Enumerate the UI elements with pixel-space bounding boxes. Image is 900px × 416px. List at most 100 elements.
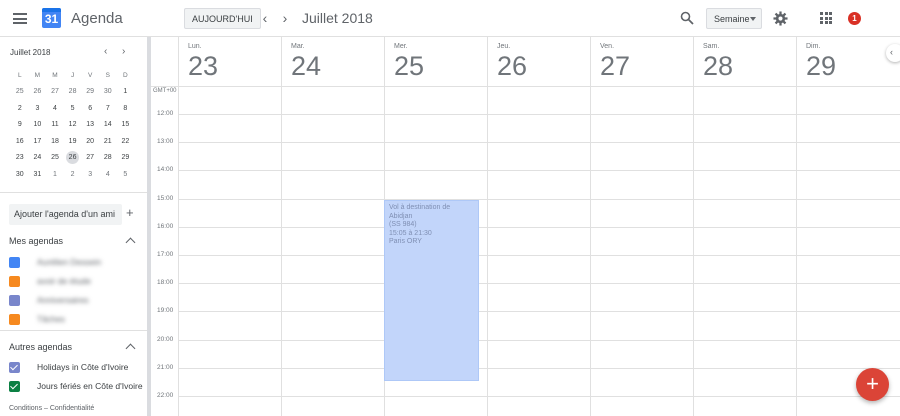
mini-calendar-day[interactable]: 31 [29,171,47,178]
week-grid[interactable]: GMT+00 Lun. 23 Mar. 24 Mer. 25 Jeu. 26 Ven. 27 Sam… [151,37,900,416]
add-calendar-plus-icon[interactable]: + [126,206,134,220]
mini-calendar-day[interactable]: 27 [81,154,99,161]
mini-calendar-day[interactable]: 21 [99,138,117,145]
today-button[interactable]: AUJOURD'HUI [184,8,261,29]
mini-calendar-day[interactable]: 2 [11,105,29,112]
calendar-checkbox[interactable] [9,294,20,306]
mini-calendar-day[interactable]: 7 [99,105,117,112]
mini-calendar-day[interactable]: 1 [117,88,135,95]
event-title: Vol à destination de Abidjan [389,204,451,220]
mini-calendar-day[interactable]: 16 [11,138,29,145]
previous-week-button[interactable]: ‹ [258,10,272,26]
mini-calendar-day[interactable]: 23 [11,154,29,161]
mini-calendar-prev-button[interactable]: ‹ [104,46,107,57]
mini-calendar-day[interactable]: 10 [29,121,47,128]
day-column-header[interactable]: Lun. 23 [178,37,281,86]
apps-grid-icon[interactable] [820,12,832,24]
mini-calendar-day[interactable]: 25 [46,154,64,161]
mini-calendar-day[interactable]: 20 [81,138,99,145]
add-friend-calendar-input[interactable]: Ajouter l'agenda d'un ami [9,204,122,225]
chevron-up-icon[interactable] [125,343,136,354]
calendar-checkbox[interactable] [9,361,20,373]
mini-calendar-day[interactable]: 29 [117,154,135,161]
my-calendars-title[interactable]: Mes agendas [9,236,63,246]
day-number[interactable]: 25 [394,51,424,82]
header-divider [151,86,900,87]
mini-calendar-day[interactable]: 26 [64,151,82,165]
next-week-button[interactable]: › [278,10,292,26]
calendar-list-item[interactable]: Jours fériés en Côte d'Ivoire [9,380,143,392]
calendar-checkbox[interactable] [9,313,20,325]
calendar-list-item[interactable]: Tâches [9,313,65,325]
calendar-list-item[interactable]: Anniversaires [9,294,89,306]
chevron-up-icon[interactable] [125,237,136,248]
day-number[interactable]: 28 [703,51,733,82]
notification-badge[interactable]: 1 [848,12,861,25]
calendar-event[interactable]: Vol à destination de Abidjan (SS 984) 15… [384,200,479,381]
mini-calendar-day[interactable]: 30 [99,88,117,95]
mini-calendar-day[interactable]: 30 [11,171,29,178]
other-calendars-title[interactable]: Autres agendas [9,342,72,352]
mini-calendar-day[interactable]: 5 [117,171,135,178]
day-name: Mer. [394,43,408,50]
day-column-header[interactable]: Ven. 27 [590,37,693,86]
side-panel-toggle-button[interactable]: ‹ [886,44,900,62]
day-column-header[interactable]: Mar. 24 [281,37,384,86]
mini-calendar-day[interactable]: 28 [99,154,117,161]
day-number[interactable]: 23 [188,51,218,82]
weekday-header: V [88,71,93,79]
mini-calendar-day[interactable]: 25 [11,88,29,95]
calendar-list-item[interactable]: Aurélien Dessein [9,256,101,268]
mini-calendar-day[interactable]: 5 [64,105,82,112]
mini-calendar-day[interactable]: 2 [64,171,82,178]
calendar-checkbox[interactable] [9,275,20,287]
mini-calendar-day[interactable]: 28 [64,88,82,95]
mini-calendar-day[interactable]: 4 [99,171,117,178]
mini-calendar-day[interactable]: 24 [29,154,47,161]
day-column-header[interactable]: Mer. 25 [384,37,487,86]
mini-calendar-day[interactable]: 1 [46,171,64,178]
day-number[interactable]: 24 [291,51,321,82]
footer-links[interactable]: Conditions – Confidentialité [9,405,94,412]
gear-icon[interactable] [773,11,788,26]
mini-calendar-day[interactable]: 11 [46,121,64,128]
search-icon[interactable] [680,11,694,25]
mini-calendar-day[interactable]: 27 [46,88,64,95]
mini-calendar-day[interactable]: 6 [81,105,99,112]
mini-calendar-day[interactable]: 22 [117,138,135,145]
day-number[interactable]: 26 [497,51,527,82]
mini-calendar-day[interactable]: 8 [117,105,135,112]
view-selector[interactable]: Semaine [706,8,762,29]
calendar-checkbox[interactable] [9,256,20,268]
mini-calendar-day[interactable]: 3 [29,105,47,112]
mini-calendar-day[interactable]: 3 [81,171,99,178]
day-number[interactable]: 27 [600,51,630,82]
mini-calendar-day[interactable]: 17 [29,138,47,145]
calendar-checkbox[interactable] [9,380,20,392]
day-column-header[interactable]: Sam. 28 [693,37,796,86]
create-event-button[interactable]: + [856,368,889,401]
mini-calendar-next-button[interactable]: › [122,46,125,57]
day-column-header[interactable]: Jeu. 26 [487,37,590,86]
mini-calendar-day[interactable]: 13 [81,121,99,128]
calendar-list-item[interactable]: avoir de étude [9,275,91,287]
hour-label: 14:00 [157,166,174,173]
mini-calendar-day[interactable]: 29 [81,88,99,95]
timezone-label: GMT+00 [153,88,177,94]
mini-calendar-day[interactable]: 15 [117,121,135,128]
mini-calendar-day[interactable]: 26 [29,88,47,95]
main-menu-icon[interactable] [13,13,27,24]
calendar-list-item[interactable]: Holidays in Côte d'Ivoire [9,361,128,373]
mini-calendar-day[interactable]: 18 [46,138,64,145]
mini-calendar-week: 23 24 25 26 27 28 29 [11,150,134,167]
mini-calendar-day[interactable]: 12 [64,121,82,128]
day-column-divider [487,86,488,416]
mini-calendar-day[interactable]: 4 [46,105,64,112]
hour-label: 16:00 [157,223,174,230]
day-column-header[interactable]: Dim. 29 [796,37,899,86]
mini-calendar-day[interactable]: 9 [11,121,29,128]
calendar-label: Aurélien Dessein [37,257,102,267]
mini-calendar-day[interactable]: 14 [99,121,117,128]
day-number[interactable]: 29 [806,51,836,82]
mini-calendar-day[interactable]: 19 [64,138,82,145]
